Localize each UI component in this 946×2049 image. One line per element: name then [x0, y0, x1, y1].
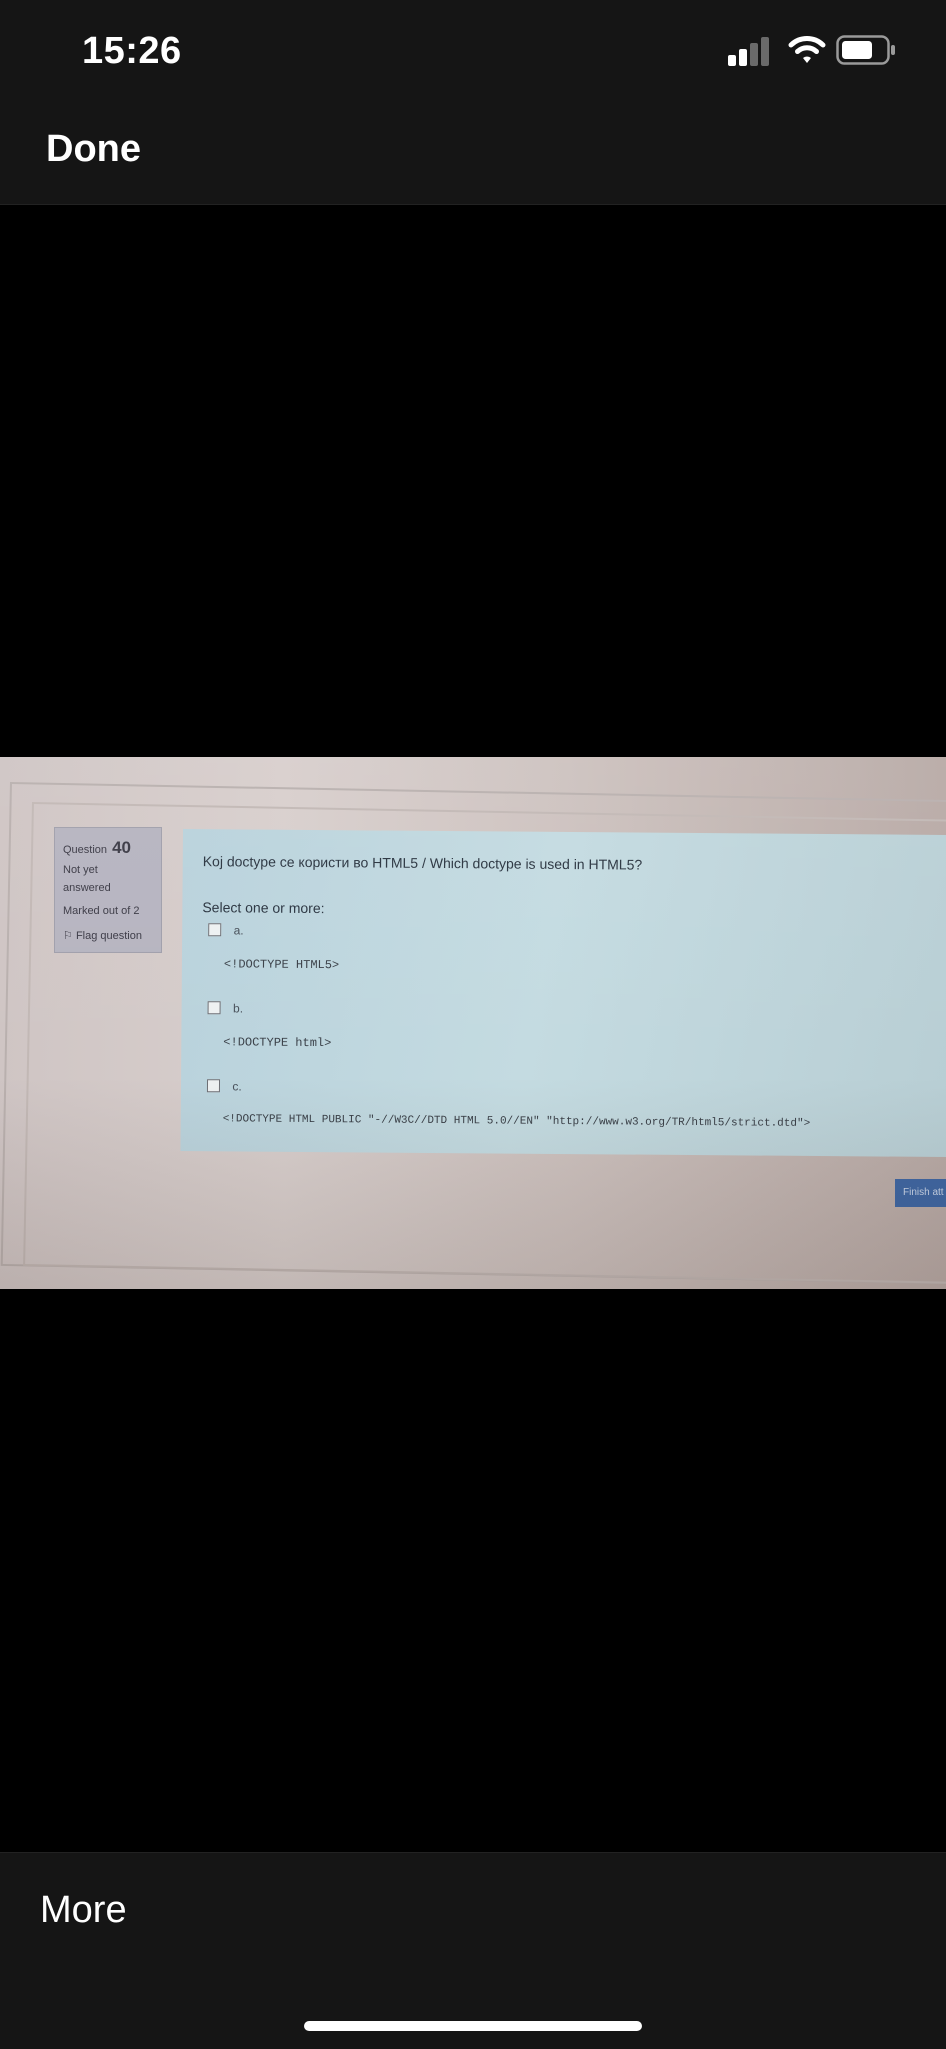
- question-number-label: Question 40: [63, 838, 132, 857]
- option-a[interactable]: a.: [208, 921, 244, 939]
- option-c-checkbox[interactable]: [206, 1079, 221, 1093]
- question-number: 40: [112, 838, 132, 857]
- flag-icon: ⚐: [63, 930, 73, 942]
- option-a-checkbox[interactable]: [208, 923, 222, 937]
- option-a-code: <!DOCTYPE HTML5>: [223, 957, 340, 973]
- option-c[interactable]: c.: [206, 1077, 242, 1095]
- option-b[interactable]: b.: [207, 999, 244, 1017]
- question-text: Koj doctype се користи во HTML5 / Which …: [202, 853, 643, 873]
- status-time: 15:26: [82, 30, 182, 72]
- answer-prompt: Select one or more:: [202, 899, 325, 917]
- bottom-toolbar: More: [0, 1852, 946, 2049]
- signal-icon: [728, 36, 772, 66]
- option-c-label: c.: [232, 1079, 242, 1094]
- option-b-label: b.: [232, 1001, 244, 1016]
- course-title: …U/ZUZU/L: [110, 757, 352, 767]
- done-button[interactable]: Done: [46, 128, 141, 171]
- option-c-code: <!DOCTYPE HTML PUBLIC "-//W3C//DTD HTML …: [222, 1113, 811, 1130]
- question-info-panel: Question 40 Not yet answered Marked out …: [54, 827, 162, 953]
- option-b-checkbox[interactable]: [207, 1001, 221, 1015]
- battery-icon: [836, 35, 896, 65]
- finish-attempt-button[interactable]: Finish att: [895, 1179, 946, 1207]
- more-button[interactable]: More: [40, 1889, 127, 1932]
- flag-question-link[interactable]: ⚐ Flag question: [63, 929, 142, 942]
- home-indicator[interactable]: [304, 2021, 642, 2031]
- navigation-bar: Done: [0, 100, 946, 205]
- quiz-photo: …U/ZUZU/L Question 40 Not yet answered M…: [0, 757, 946, 1289]
- question-marks: Marked out of 2: [63, 905, 140, 917]
- question-box: Koj doctype се користи во HTML5 / Which …: [180, 829, 946, 1158]
- option-a-label: a.: [233, 923, 244, 938]
- option-b-code: <!DOCTYPE html>: [223, 1035, 332, 1051]
- wifi-icon: [788, 34, 826, 66]
- question-state: Not yet answered: [63, 864, 111, 894]
- status-bar: 15:26: [0, 0, 946, 100]
